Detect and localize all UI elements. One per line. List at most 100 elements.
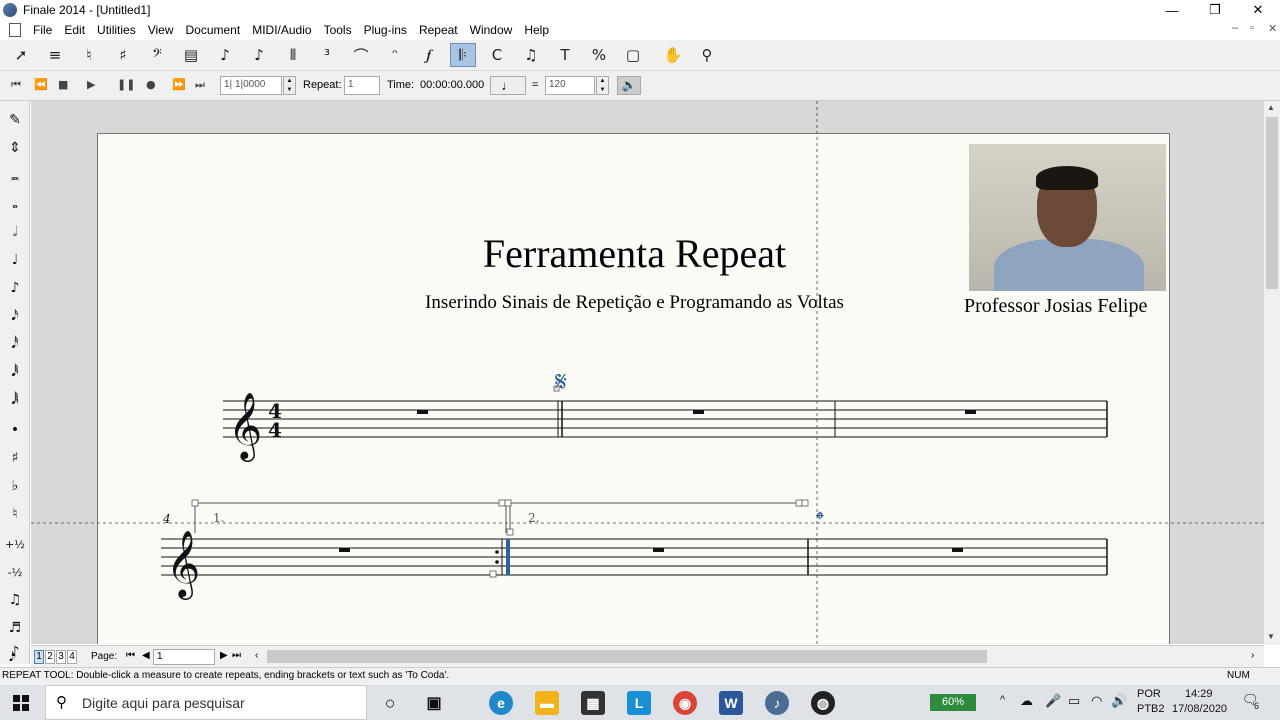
page-tab-2[interactable]: 2 — [45, 650, 55, 664]
scroll-up-icon[interactable]: ▲ — [1267, 103, 1275, 112]
language-secondary[interactable]: PTB2 — [1137, 703, 1165, 715]
chrome-icon[interactable]: ◉ — [673, 691, 697, 715]
clock-date[interactable]: 17/08/2020 — [1172, 703, 1227, 715]
vertical-scroll-thumb[interactable] — [1266, 117, 1278, 289]
minimize-button[interactable]: — — [1150, 0, 1194, 20]
first-page-icon[interactable]: ⏮ — [126, 650, 135, 661]
staff-tool-icon[interactable]: ≡ — [42, 43, 68, 67]
menu-utilities[interactable]: Utilities — [91, 23, 142, 37]
battery-meter[interactable]: 60% — [930, 694, 976, 711]
app-l-icon[interactable]: L — [627, 691, 651, 715]
hyperscribe-tool-icon[interactable]: ⦀ — [280, 43, 306, 67]
half-step-up-icon[interactable]: +½ — [2, 531, 28, 557]
counter-spinner[interactable]: ▲ ▼ — [283, 76, 296, 95]
eraser-icon[interactable]: ✎ — [2, 107, 28, 133]
thirty-second-note-icon[interactable]: 𝅘𝅥𝅰 — [2, 331, 28, 357]
menu-tools[interactable]: Tools — [318, 23, 358, 37]
cortana-icon[interactable]: ○ — [378, 691, 402, 715]
lyrics-tool-icon[interactable]: ♫ — [518, 43, 544, 67]
windows-start-icon[interactable] — [13, 695, 29, 711]
key-signature-tool-icon[interactable]: ♮ — [76, 43, 102, 67]
file-explorer-icon[interactable]: ▬ — [535, 691, 559, 715]
mdi-minimize-button[interactable]: – — [1232, 22, 1238, 34]
tie-icon[interactable]: ♫ — [2, 587, 28, 613]
page-tab-1[interactable]: 1 — [34, 650, 44, 664]
page-layout-tool-icon[interactable]: ▢ — [620, 43, 646, 67]
stop-icon[interactable]: ■ — [58, 78, 68, 91]
resize-tool-icon[interactable]: % — [586, 43, 612, 67]
pause-icon[interactable]: ❚❚ — [117, 78, 135, 91]
tuplet-tool-icon[interactable]: ³ — [314, 43, 340, 67]
scroll-right-icon[interactable]: › — [1251, 650, 1254, 661]
scroll-left-icon[interactable]: ‹ — [255, 650, 258, 661]
clock-time[interactable]: 14:29 — [1185, 688, 1213, 700]
page-tab-3[interactable]: 3 — [56, 650, 66, 664]
selection-tool-icon[interactable]: ➚ — [8, 43, 34, 67]
microphone-icon[interactable]: 🎤 — [1045, 693, 1061, 709]
page-number-field[interactable]: 1 — [153, 649, 215, 665]
battery-icon[interactable]: ▭ — [1068, 693, 1080, 709]
finale-taskbar-icon[interactable]: ♪ — [765, 691, 789, 715]
sixty-fourth-note-icon[interactable]: 𝅘𝅥𝅱 — [2, 359, 28, 385]
expression-tool-icon[interactable]: 𝆑 — [416, 43, 442, 67]
show-hidden-icons[interactable]: ^ — [1000, 694, 1005, 706]
select-note-icon[interactable]: ⇕ — [2, 135, 28, 161]
zoom-tool-icon[interactable]: ⚲ — [694, 43, 720, 67]
menu-plugins[interactable]: Plug-ins — [358, 23, 413, 37]
menu-help[interactable]: Help — [518, 23, 555, 37]
smart-shape-tool-icon[interactable]: ⌒ — [348, 43, 374, 67]
simple-entry-tool-icon[interactable]: ♪ — [212, 43, 238, 67]
task-view-icon[interactable]: ▣ — [422, 691, 446, 715]
menu-file[interactable]: File — [27, 23, 58, 37]
menu-repeat[interactable]: Repeat — [413, 23, 464, 37]
close-button[interactable]: ✕ — [1236, 0, 1280, 20]
play-icon[interactable]: ▶ — [87, 78, 95, 91]
double-whole-note-icon[interactable]: 𝅜 — [2, 163, 28, 189]
tempo-note-icon[interactable]: ♩ — [490, 76, 526, 95]
tempo-field[interactable]: 120 — [545, 76, 595, 95]
sixteenth-note-icon[interactable]: 𝅘𝅥𝅯 — [2, 303, 28, 329]
menu-midi-audio[interactable]: MIDI/Audio — [246, 23, 317, 37]
wifi-icon[interactable]: ◠ — [1091, 693, 1102, 709]
fast-forward-icon[interactable]: ⏩ — [172, 78, 186, 91]
whole-note-icon[interactable]: 𝅝 — [2, 191, 28, 217]
measure-tool-icon[interactable]: ▤ — [178, 43, 204, 67]
restore-button[interactable]: ❐ — [1193, 0, 1237, 20]
menu-edit[interactable]: Edit — [58, 23, 91, 37]
page-tab-4[interactable]: 4 — [67, 650, 77, 664]
document-icon[interactable] — [9, 23, 21, 37]
flat-icon[interactable]: ♭ — [2, 473, 28, 499]
volume-icon[interactable]: 🔊 — [1111, 693, 1127, 709]
vertical-scrollbar[interactable]: ▲ ▼ — [1264, 101, 1280, 645]
mdi-restore-button[interactable]: ▫ — [1250, 22, 1254, 34]
text-tool-icon[interactable]: T — [552, 43, 578, 67]
horizontal-scroll-thumb[interactable] — [267, 650, 987, 663]
previous-page-icon[interactable]: ◀ — [142, 650, 150, 661]
half-note-icon[interactable]: 𝅗𝅥 — [2, 219, 28, 245]
obs-icon[interactable]: ◍ — [811, 691, 835, 715]
last-page-icon[interactable]: ⏭ — [232, 650, 241, 661]
rewind-icon[interactable]: ⏪ — [34, 78, 48, 91]
playback-settings-icon[interactable]: 🔈 — [617, 76, 641, 95]
store-icon[interactable]: ▦ — [581, 691, 605, 715]
sharp-icon[interactable]: ♯ — [2, 445, 28, 471]
scroll-down-icon[interactable]: ▼ — [1267, 632, 1275, 641]
dot-icon[interactable]: • — [2, 417, 28, 443]
articulation-tool-icon[interactable]: ᵔ — [382, 43, 408, 67]
edge-browser-icon[interactable]: e — [489, 691, 513, 715]
fast-forward-end-icon[interactable]: ⏭ — [195, 78, 205, 92]
chord-tool-icon[interactable]: C — [484, 43, 510, 67]
cloud-icon[interactable]: ☁ — [1020, 693, 1033, 709]
language-primary[interactable]: POR — [1137, 688, 1161, 700]
menu-document[interactable]: Document — [180, 23, 247, 37]
speedy-entry-tool-icon[interactable]: ♪ — [246, 43, 272, 67]
clef-tool-icon[interactable]: 𝄢 — [144, 43, 170, 67]
menu-view[interactable]: View — [142, 23, 180, 37]
eighth-note-icon[interactable]: ♪ — [2, 275, 28, 301]
music-notation[interactable]: 𝄞 4 4 𝄋 4 𝄞 1. 2. 𝄌 — [31, 101, 1264, 644]
quarter-note-icon[interactable]: ♩ — [2, 247, 28, 273]
tuplet-icon[interactable]: ♬ — [2, 615, 28, 641]
half-step-down-icon[interactable]: -½ — [2, 559, 28, 585]
record-icon[interactable]: ● — [146, 78, 156, 91]
counter-field[interactable]: 1| 1|0000 — [220, 76, 282, 95]
